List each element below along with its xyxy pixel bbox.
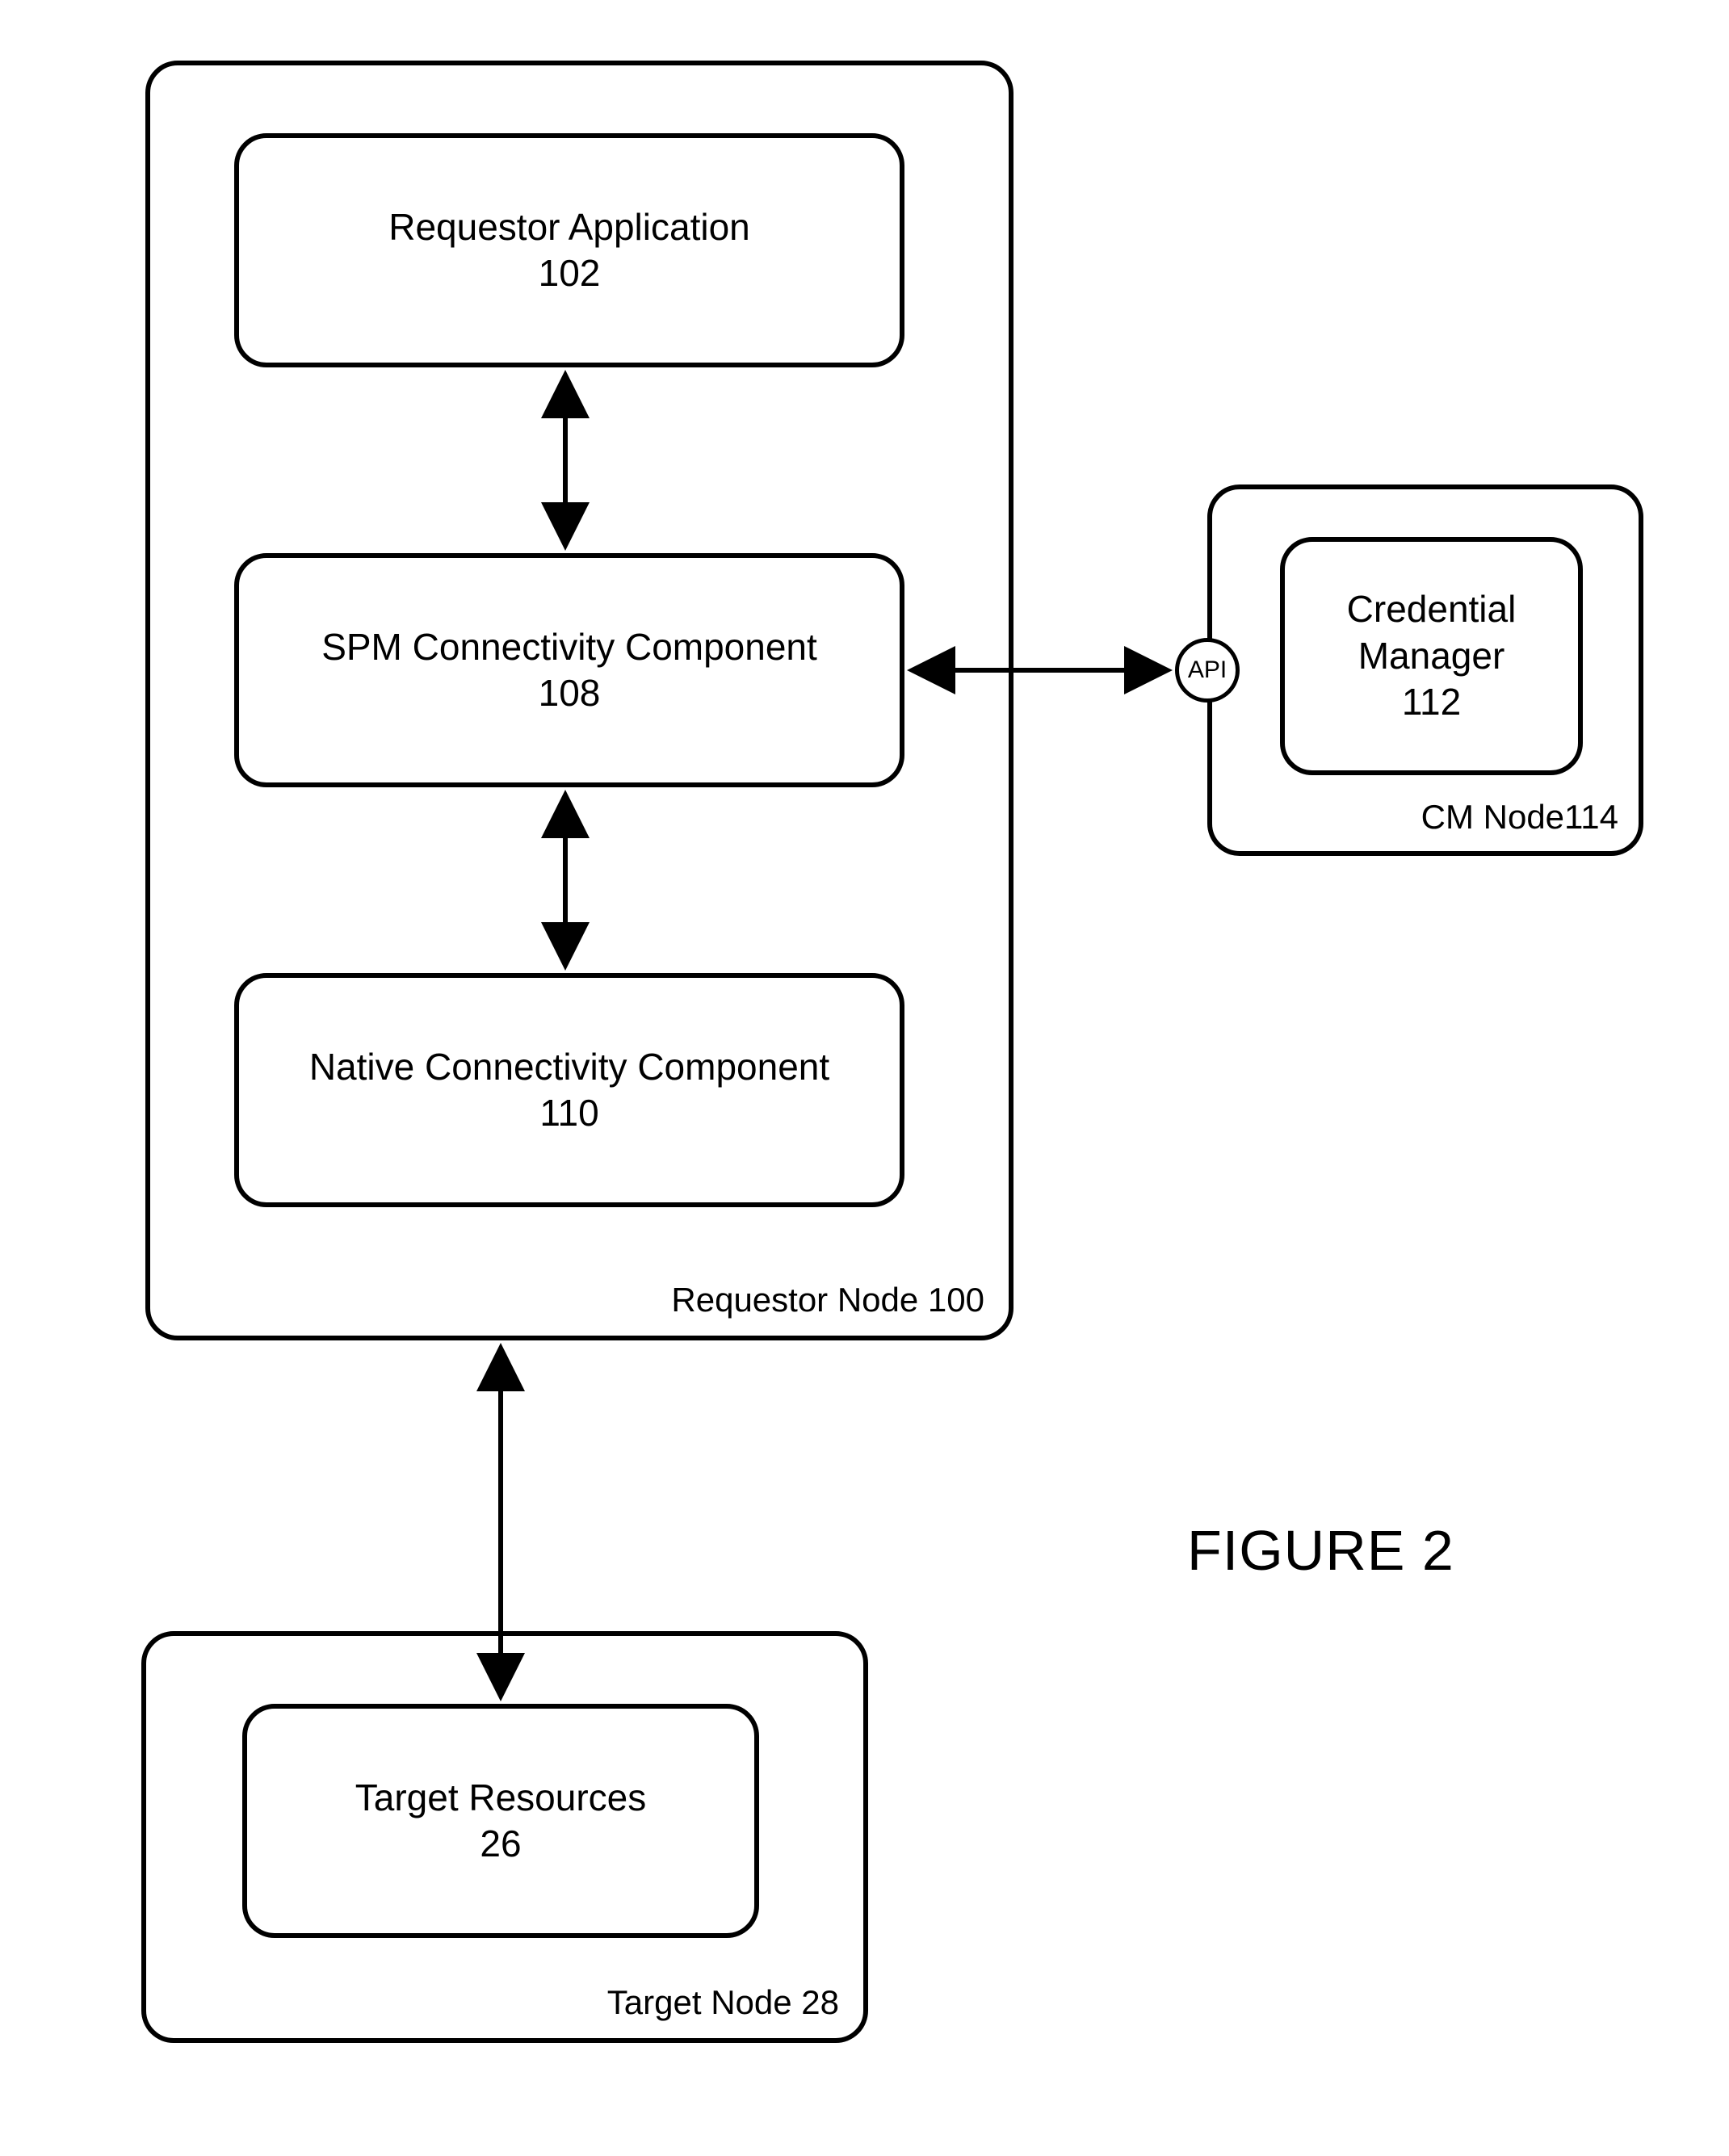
target-resources-num: 26	[480, 1821, 521, 1868]
native-num: 110	[539, 1090, 598, 1137]
spm-title: SPM Connectivity Component	[321, 624, 817, 671]
requestor-application-title: Requestor Application	[388, 204, 750, 251]
spm-num: 108	[539, 670, 601, 717]
credential-manager-box: Credential Manager 112	[1280, 537, 1583, 775]
requestor-application-num: 102	[539, 250, 601, 297]
credential-manager-title: Credential Manager	[1347, 586, 1517, 679]
api-label: API	[1188, 656, 1227, 684]
cm-node-label: CM Node114	[1421, 798, 1618, 837]
target-resources-title: Target Resources	[355, 1775, 647, 1822]
diagram-canvas: Requestor Node 100 Requestor Application…	[0, 0, 1729, 2156]
figure-label: FIGURE 2	[1187, 1518, 1454, 1583]
spm-connectivity-box: SPM Connectivity Component 108	[234, 553, 904, 787]
requestor-node-label: Requestor Node 100	[671, 1281, 984, 1319]
target-resources-box: Target Resources 26	[242, 1704, 759, 1938]
credential-manager-num: 112	[1402, 679, 1461, 726]
requestor-application-box: Requestor Application 102	[234, 133, 904, 367]
api-icon: API	[1175, 638, 1240, 703]
native-connectivity-box: Native Connectivity Component 110	[234, 973, 904, 1207]
native-title: Native Connectivity Component	[309, 1044, 829, 1091]
target-node-label: Target Node 28	[607, 1983, 839, 2022]
